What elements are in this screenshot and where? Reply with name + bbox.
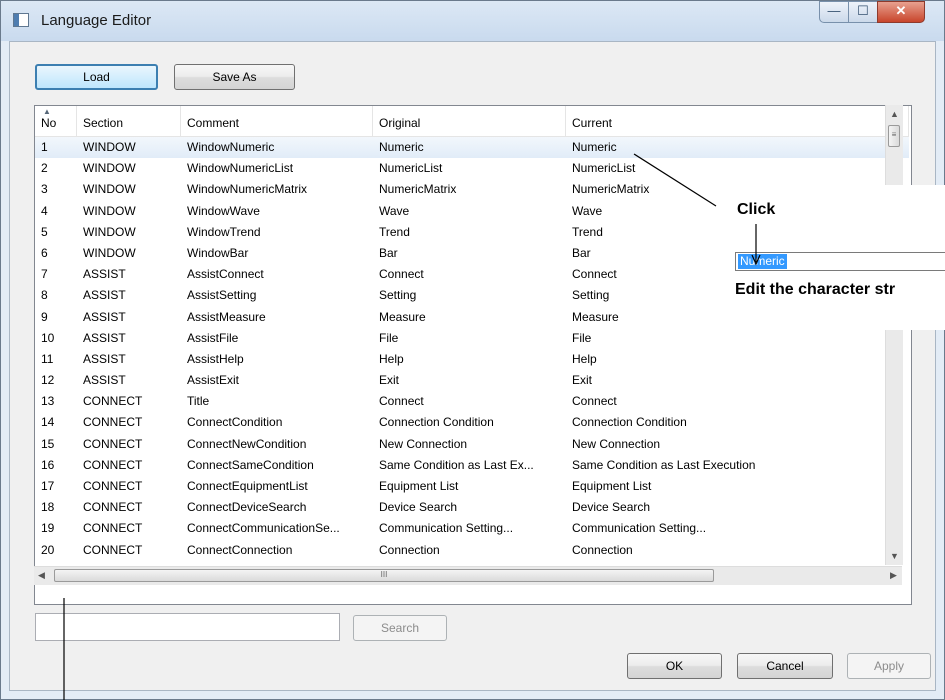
click-leader-line [633,153,717,207]
annotation-leader-lines [63,153,761,700]
